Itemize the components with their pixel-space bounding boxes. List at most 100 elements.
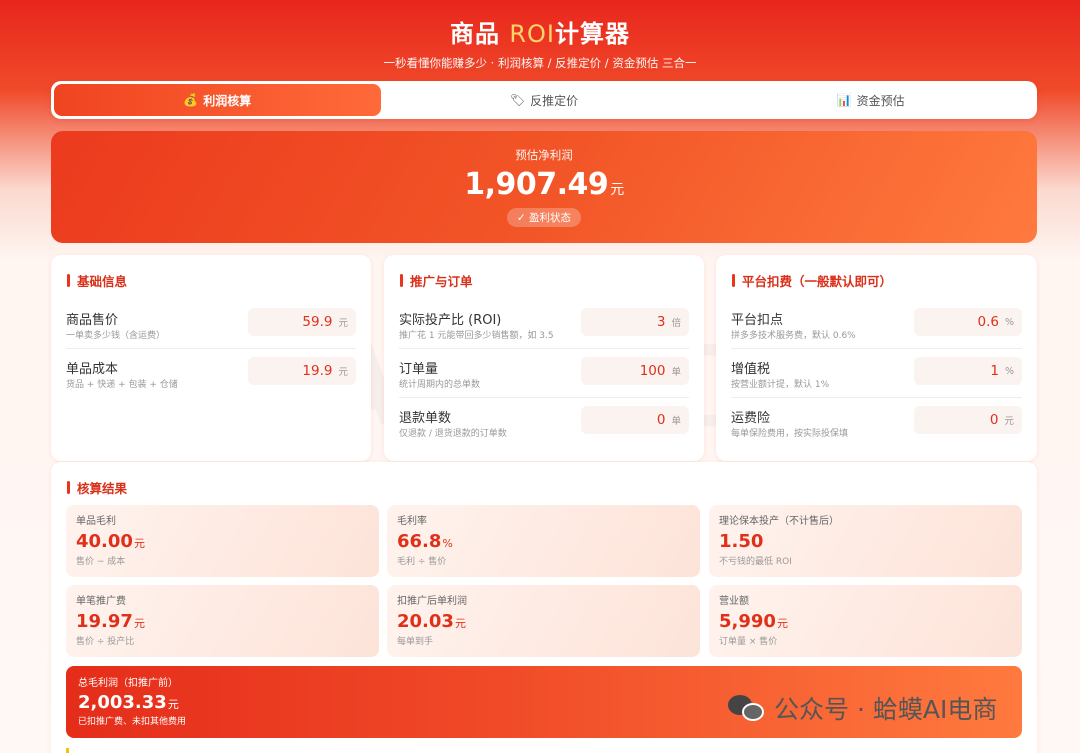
net-profit-number: 1,907.49	[464, 167, 609, 202]
result-value: 20.03元	[397, 611, 690, 632]
result-label: 单笔推广费	[76, 596, 126, 607]
input-unit: 倍	[671, 318, 681, 329]
promotion-card: 推广与订单 实际投产比 (ROI) 推广花 1 元能带回多少销售额，如 3.5 …	[384, 255, 704, 461]
result-label: 扣推广后单利润	[397, 596, 467, 607]
result-unit: 元	[133, 617, 145, 630]
result-revenue: 营业额 5,990元 订单量 × 售价	[709, 585, 1022, 657]
result-number: 40.00	[76, 531, 133, 552]
orders-input[interactable]: 100 单	[581, 357, 689, 385]
tab-label: 利润核算	[203, 93, 252, 108]
field-commission: 平台扣点 拼多多技术服务费，默认 0.6% 0.6%	[731, 303, 1022, 349]
result-unit: %	[442, 537, 453, 550]
partial-card-edge	[66, 748, 69, 753]
field-hint: 每单保险费用，按实际投保填	[731, 429, 849, 439]
input-unit: 单	[671, 416, 681, 427]
field-hint: 按营业额计提，默认 1%	[731, 380, 830, 390]
input-unit: 元	[338, 318, 348, 329]
money-bag-icon: 💰	[183, 93, 199, 107]
result-number: 66.8	[397, 531, 442, 552]
total-number: 2,003.33	[78, 692, 167, 713]
tab-funding[interactable]: 📊 资金预估	[707, 84, 1034, 116]
result-value: 19.97元	[76, 611, 369, 632]
field-hint: 货品 + 快递 + 包装 + 仓储	[66, 380, 178, 390]
input-value[interactable]: 0	[657, 412, 666, 428]
input-value[interactable]: 59.9	[302, 314, 332, 330]
result-formula: 毛利 ÷ 售价	[397, 557, 447, 567]
result-value: 66.8%	[397, 531, 690, 552]
shipping-insurance-input[interactable]: 0元	[914, 406, 1022, 434]
tab-label: 反推定价	[530, 93, 579, 108]
net-profit-banner: 预估净利润 1,907.49 元 ✓ 盈利状态	[51, 131, 1037, 243]
input-value[interactable]: 1	[990, 363, 999, 379]
roi-input[interactable]: 3倍	[581, 308, 689, 336]
tab-profit[interactable]: 💰 利润核算	[54, 84, 381, 116]
input-unit: 元	[1004, 416, 1014, 427]
result-value: 1.50	[719, 531, 1012, 552]
platform-fees-card: 平台扣费（一般默认即可） 平台扣点 拼多多技术服务费，默认 0.6% 0.6% …	[716, 255, 1037, 461]
page-header: 商品 ROI计算器 一秒看懂你能赚多少 · 利润核算 / 反推定价 / 资金预估…	[0, 0, 1080, 80]
result-value: 40.00元	[76, 531, 369, 552]
result-unit: 元	[133, 537, 145, 550]
result-formula: 售价 − 成本	[76, 557, 126, 567]
input-unit: 元	[338, 367, 348, 378]
result-breakeven-roi: 理论保本投产（不计售后） 1.50 不亏钱的最低 ROI	[709, 505, 1022, 577]
field-hint: 推广花 1 元能带回多少销售额，如 3.5	[399, 331, 554, 341]
card-title: 基础信息	[51, 255, 371, 290]
field-name: 商品售价	[66, 313, 119, 328]
tab-pricing[interactable]: 🏷 反推定价	[381, 84, 708, 116]
result-label: 毛利率	[397, 516, 427, 527]
card-title: 核算结果	[51, 462, 1037, 497]
result-value: 5,990元	[719, 611, 1012, 632]
field-hint: 拼多多技术服务费，默认 0.6%	[731, 331, 856, 341]
result-unit: 元	[776, 617, 788, 630]
result-number: 1.50	[719, 531, 764, 552]
input-value[interactable]: 0.6	[977, 314, 998, 330]
field-hint: 一单卖多少钱（含运费）	[66, 331, 166, 341]
result-formula: 每单到手	[397, 637, 434, 647]
card-title: 推广与订单	[384, 255, 704, 290]
field-cost: 单品成本 货品 + 快递 + 包装 + 仓储 19.9 元	[66, 352, 356, 398]
result-label: 理论保本投产（不计售后）	[719, 516, 839, 527]
total-unit: 元	[167, 698, 179, 711]
field-name: 退款单数	[399, 411, 452, 426]
net-profit-unit: 元	[610, 182, 624, 198]
title-roi: ROI	[509, 20, 555, 48]
basic-info-card: 基础信息 商品售价 一单卖多少钱（含运费） 59.9 元 单品成本 货品 + 快递…	[51, 255, 371, 461]
result-number: 5,990	[719, 611, 776, 632]
field-name: 增值税	[731, 362, 771, 377]
field-name: 运费险	[731, 411, 771, 426]
input-value[interactable]: 3	[657, 314, 666, 330]
result-number: 20.03	[397, 611, 454, 632]
tab-bar: 💰 利润核算 🏷 反推定价 📊 资金预估	[51, 81, 1037, 119]
commission-input[interactable]: 0.6%	[914, 308, 1022, 336]
price-tag-icon: 🏷	[509, 93, 526, 107]
total-label: 总毛利润（扣推广前）	[78, 678, 178, 689]
field-name: 订单量	[399, 362, 439, 377]
result-profit-after-promo: 扣推广后单利润 20.03元 每单到手	[387, 585, 700, 657]
net-profit-value: 1,907.49 元	[51, 167, 1037, 202]
input-value[interactable]: 100	[640, 363, 666, 379]
vat-input[interactable]: 1%	[914, 357, 1022, 385]
tab-label: 资金预估	[856, 93, 905, 108]
input-value[interactable]: 0	[990, 412, 999, 428]
result-formula: 售价 ÷ 投产比	[76, 637, 135, 647]
card-title: 平台扣费（一般默认即可）	[716, 255, 1037, 290]
refunds-input[interactable]: 0单	[581, 406, 689, 434]
field-roi: 实际投产比 (ROI) 推广花 1 元能带回多少销售额，如 3.5 3倍	[399, 303, 689, 349]
input-unit: %	[1004, 316, 1014, 328]
field-hint: 仅退款 / 退货退款的订单数	[399, 429, 507, 439]
page-subtitle: 一秒看懂你能赚多少 · 利润核算 / 反推定价 / 资金预估 三合一	[383, 56, 697, 70]
field-hint: 统计周期内的总单数	[399, 380, 481, 390]
field-name: 单品成本	[66, 362, 119, 377]
result-promo-cost-per-order: 单笔推广费 19.97元 售价 ÷ 投产比	[66, 585, 379, 657]
field-name: 实际投产比 (ROI)	[399, 313, 502, 328]
page-title: 商品 ROI计算器	[0, 14, 1080, 49]
price-input[interactable]: 59.9 元	[248, 308, 356, 336]
wechat-account-watermark: 公众号 · 蛤蟆AI电商	[726, 690, 997, 726]
field-price: 商品售价 一单卖多少钱（含运费） 59.9 元	[66, 303, 356, 349]
field-vat: 增值税 按营业额计提，默认 1% 1%	[731, 352, 1022, 398]
input-unit: %	[1004, 365, 1014, 377]
result-formula: 不亏钱的最低 ROI	[719, 557, 792, 567]
cost-input[interactable]: 19.9 元	[248, 357, 356, 385]
input-value[interactable]: 19.9	[302, 363, 332, 379]
